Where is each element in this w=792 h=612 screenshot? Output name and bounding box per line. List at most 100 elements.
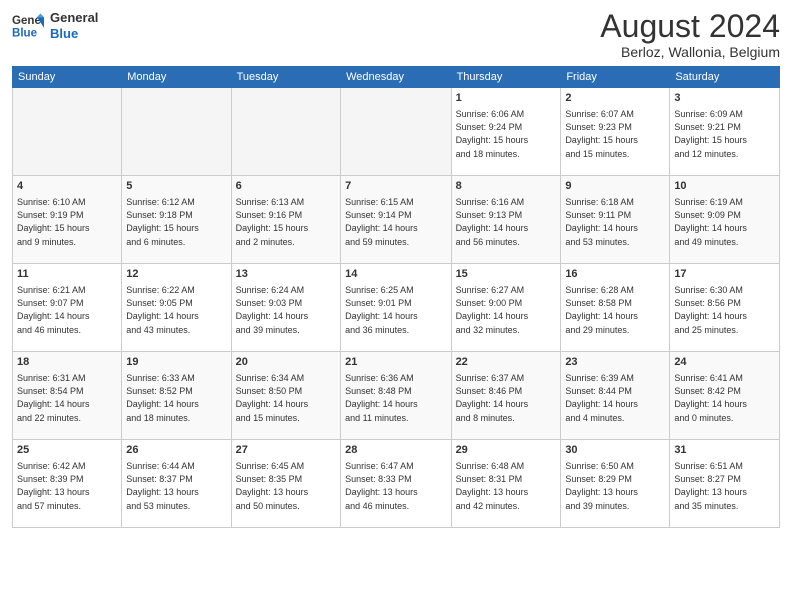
logo-general: General bbox=[50, 10, 98, 26]
calendar-cell: 30Sunrise: 6:50 AM Sunset: 8:29 PM Dayli… bbox=[561, 440, 670, 528]
day-info: Sunrise: 6:41 AM Sunset: 8:42 PM Dayligh… bbox=[674, 372, 775, 424]
calendar-cell: 19 Sunrise: 6:33 AM Sunset: 8:52 PM Dayli… bbox=[122, 352, 231, 440]
day-info: Sunrise: 6:51 AM Sunset: 8:27 PM Dayligh… bbox=[674, 460, 775, 512]
weekday-header-row: Sunday Monday Tuesday Wednesday Thursday… bbox=[13, 67, 780, 88]
calendar-cell: 28 Sunrise: 6:47 AM Sunset: 8:33 PM Dayli… bbox=[341, 440, 451, 528]
calendar-cell: 12 Sunrise: 6:22 AM Sunset: 9:05 PM Dayli… bbox=[122, 264, 231, 352]
calendar-week-row: 25 Sunrise: 6:42 AM Sunset: 8:39 PM Dayli… bbox=[13, 440, 780, 528]
header-wednesday: Wednesday bbox=[341, 67, 451, 88]
day-info: Sunrise: 6:12 AM Sunset: 9:18 PM Dayligh… bbox=[126, 196, 226, 248]
calendar-cell: 25 Sunrise: 6:42 AM Sunset: 8:39 PM Dayli… bbox=[13, 440, 122, 528]
day-number: 17 bbox=[674, 267, 775, 282]
day-number: 3 bbox=[674, 91, 775, 106]
day-number: 22 bbox=[456, 355, 557, 370]
calendar-cell bbox=[122, 88, 231, 176]
day-number: 24 bbox=[674, 355, 775, 370]
calendar-cell: 5 Sunrise: 6:12 AM Sunset: 9:18 PM Daylig… bbox=[122, 176, 231, 264]
month-title: August 2024 bbox=[600, 10, 780, 42]
calendar-cell: 23Sunrise: 6:39 AM Sunset: 8:44 PM Dayli… bbox=[561, 352, 670, 440]
header-monday: Monday bbox=[122, 67, 231, 88]
calendar-cell: 13Sunrise: 6:24 AM Sunset: 9:03 PM Dayli… bbox=[231, 264, 341, 352]
day-number: 2 bbox=[565, 91, 665, 106]
calendar-cell: 11Sunrise: 6:21 AM Sunset: 9:07 PM Dayli… bbox=[13, 264, 122, 352]
day-number: 14 bbox=[345, 267, 446, 282]
day-info: Sunrise: 6:19 AM Sunset: 9:09 PM Dayligh… bbox=[674, 196, 775, 248]
calendar-cell: 16 Sunrise: 6:28 AM Sunset: 8:58 PM Dayli… bbox=[561, 264, 670, 352]
day-number: 16 bbox=[565, 267, 665, 282]
calendar-cell: 9 Sunrise: 6:18 AM Sunset: 9:11 PM Daylig… bbox=[561, 176, 670, 264]
page-container: General Blue General Blue August 2024 Be… bbox=[0, 0, 792, 612]
day-number: 15 bbox=[456, 267, 557, 282]
day-info: Sunrise: 6:50 AM Sunset: 8:29 PM Dayligh… bbox=[565, 460, 665, 512]
calendar-cell: 24 Sunrise: 6:41 AM Sunset: 8:42 PM Dayli… bbox=[670, 352, 780, 440]
location: Berloz, Wallonia, Belgium bbox=[600, 44, 780, 60]
calendar-cell: 4 Sunrise: 6:10 AM Sunset: 9:19 PM Daylig… bbox=[13, 176, 122, 264]
day-number: 9 bbox=[565, 179, 665, 194]
calendar-cell: 22Sunrise: 6:37 AM Sunset: 8:46 PM Dayli… bbox=[451, 352, 561, 440]
day-info: Sunrise: 6:47 AM Sunset: 8:33 PM Dayligh… bbox=[345, 460, 446, 512]
calendar-cell: 27Sunrise: 6:45 AM Sunset: 8:35 PM Dayli… bbox=[231, 440, 341, 528]
header-sunday: Sunday bbox=[13, 67, 122, 88]
day-info: Sunrise: 6:28 AM Sunset: 8:58 PM Dayligh… bbox=[565, 284, 665, 336]
calendar-cell: 31 Sunrise: 6:51 AM Sunset: 8:27 PM Dayli… bbox=[670, 440, 780, 528]
day-info: Sunrise: 6:42 AM Sunset: 8:39 PM Dayligh… bbox=[17, 460, 117, 512]
day-number: 25 bbox=[17, 443, 117, 458]
day-info: Sunrise: 6:22 AM Sunset: 9:05 PM Dayligh… bbox=[126, 284, 226, 336]
header: General Blue General Blue August 2024 Be… bbox=[12, 10, 780, 60]
day-number: 6 bbox=[236, 179, 337, 194]
day-info: Sunrise: 6:06 AM Sunset: 9:24 PM Dayligh… bbox=[456, 108, 557, 160]
logo: General Blue General Blue bbox=[12, 10, 98, 42]
title-area: August 2024 Berloz, Wallonia, Belgium bbox=[600, 10, 780, 60]
day-info: Sunrise: 6:48 AM Sunset: 8:31 PM Dayligh… bbox=[456, 460, 557, 512]
calendar-cell: 1 Sunrise: 6:06 AM Sunset: 9:24 PM Daylig… bbox=[451, 88, 561, 176]
day-number: 5 bbox=[126, 179, 226, 194]
day-info: Sunrise: 6:10 AM Sunset: 9:19 PM Dayligh… bbox=[17, 196, 117, 248]
day-number: 4 bbox=[17, 179, 117, 194]
day-number: 21 bbox=[345, 355, 446, 370]
day-info: Sunrise: 6:09 AM Sunset: 9:21 PM Dayligh… bbox=[674, 108, 775, 160]
calendar-cell: 2 Sunrise: 6:07 AM Sunset: 9:23 PM Daylig… bbox=[561, 88, 670, 176]
calendar-cell bbox=[231, 88, 341, 176]
day-info: Sunrise: 6:39 AM Sunset: 8:44 PM Dayligh… bbox=[565, 372, 665, 424]
day-info: Sunrise: 6:16 AM Sunset: 9:13 PM Dayligh… bbox=[456, 196, 557, 248]
calendar-cell: 18Sunrise: 6:31 AM Sunset: 8:54 PM Dayli… bbox=[13, 352, 122, 440]
svg-text:Blue: Blue bbox=[12, 28, 38, 40]
day-number: 11 bbox=[17, 267, 117, 282]
day-info: Sunrise: 6:30 AM Sunset: 8:56 PM Dayligh… bbox=[674, 284, 775, 336]
calendar-week-row: 18Sunrise: 6:31 AM Sunset: 8:54 PM Dayli… bbox=[13, 352, 780, 440]
day-number: 19 bbox=[126, 355, 226, 370]
day-info: Sunrise: 6:31 AM Sunset: 8:54 PM Dayligh… bbox=[17, 372, 117, 424]
header-tuesday: Tuesday bbox=[231, 67, 341, 88]
calendar-cell: 10Sunrise: 6:19 AM Sunset: 9:09 PM Dayli… bbox=[670, 176, 780, 264]
day-info: Sunrise: 6:45 AM Sunset: 8:35 PM Dayligh… bbox=[236, 460, 337, 512]
calendar-week-row: 1 Sunrise: 6:06 AM Sunset: 9:24 PM Daylig… bbox=[13, 88, 780, 176]
day-number: 29 bbox=[456, 443, 557, 458]
logo-icon: General Blue bbox=[12, 10, 44, 42]
calendar-cell: 20 Sunrise: 6:34 AM Sunset: 8:50 PM Dayli… bbox=[231, 352, 341, 440]
calendar-cell: 15 Sunrise: 6:27 AM Sunset: 9:00 PM Dayli… bbox=[451, 264, 561, 352]
day-number: 28 bbox=[345, 443, 446, 458]
day-number: 26 bbox=[126, 443, 226, 458]
day-number: 20 bbox=[236, 355, 337, 370]
day-number: 12 bbox=[126, 267, 226, 282]
calendar-cell bbox=[13, 88, 122, 176]
day-info: Sunrise: 6:36 AM Sunset: 8:48 PM Dayligh… bbox=[345, 372, 446, 424]
calendar-cell bbox=[341, 88, 451, 176]
calendar-cell: 26Sunrise: 6:44 AM Sunset: 8:37 PM Dayli… bbox=[122, 440, 231, 528]
day-info: Sunrise: 6:07 AM Sunset: 9:23 PM Dayligh… bbox=[565, 108, 665, 160]
day-info: Sunrise: 6:27 AM Sunset: 9:00 PM Dayligh… bbox=[456, 284, 557, 336]
day-info: Sunrise: 6:33 AM Sunset: 8:52 PM Dayligh… bbox=[126, 372, 226, 424]
calendar-table: Sunday Monday Tuesday Wednesday Thursday… bbox=[12, 66, 780, 528]
calendar-week-row: 11Sunrise: 6:21 AM Sunset: 9:07 PM Dayli… bbox=[13, 264, 780, 352]
day-info: Sunrise: 6:18 AM Sunset: 9:11 PM Dayligh… bbox=[565, 196, 665, 248]
day-number: 1 bbox=[456, 91, 557, 106]
calendar-cell: 8Sunrise: 6:16 AM Sunset: 9:13 PM Daylig… bbox=[451, 176, 561, 264]
calendar-cell: 6Sunrise: 6:13 AM Sunset: 9:16 PM Daylig… bbox=[231, 176, 341, 264]
calendar-cell: 14Sunrise: 6:25 AM Sunset: 9:01 PM Dayli… bbox=[341, 264, 451, 352]
logo-blue: Blue bbox=[50, 26, 98, 42]
day-info: Sunrise: 6:24 AM Sunset: 9:03 PM Dayligh… bbox=[236, 284, 337, 336]
day-info: Sunrise: 6:34 AM Sunset: 8:50 PM Dayligh… bbox=[236, 372, 337, 424]
day-number: 31 bbox=[674, 443, 775, 458]
calendar-cell: 17 Sunrise: 6:30 AM Sunset: 8:56 PM Dayli… bbox=[670, 264, 780, 352]
calendar-cell: 29 Sunrise: 6:48 AM Sunset: 8:31 PM Dayli… bbox=[451, 440, 561, 528]
